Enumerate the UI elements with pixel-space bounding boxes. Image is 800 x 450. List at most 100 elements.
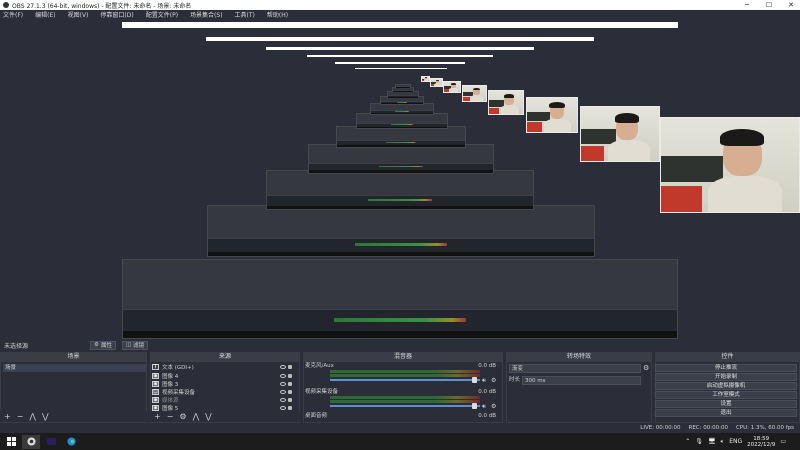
- source-item[interactable]: ▣ 媒体源: [152, 396, 292, 404]
- speaker-icon[interactable]: 🔊︎: [482, 377, 486, 385]
- maximize-button[interactable]: ☐: [760, 0, 778, 10]
- source-item[interactable]: ▤ 视频采集设备: [152, 388, 292, 396]
- language-indicator[interactable]: ENG: [729, 438, 742, 445]
- webcam-feed-frame: [660, 117, 800, 213]
- move-up-icon[interactable]: ⋀: [193, 412, 200, 421]
- chevron-up-icon[interactable]: ⌃: [685, 438, 690, 445]
- source-item[interactable]: ▣ 图像 3: [152, 380, 292, 388]
- source-name: 文本 (GDI+): [162, 365, 194, 371]
- lock-icon[interactable]: [288, 374, 292, 378]
- gear-icon[interactable]: ⚙: [643, 364, 649, 372]
- lock-icon[interactable]: [288, 390, 292, 394]
- stop-streaming-button[interactable]: 停止推流: [655, 364, 797, 372]
- scene-item[interactable]: 场景: [3, 364, 146, 372]
- lock-icon[interactable]: [288, 382, 292, 386]
- menu-file[interactable]: 文件(F): [3, 10, 23, 19]
- add-scene-button[interactable]: +: [4, 412, 11, 421]
- source-properties-gear-icon[interactable]: ⚙: [179, 412, 186, 421]
- lock-icon[interactable]: [288, 365, 292, 369]
- window-titlebar: OBS 27.1.3 (64-bit, windows) - 配置文件: 未命名…: [0, 0, 800, 10]
- visibility-eye-icon[interactable]: [280, 390, 286, 394]
- move-down-icon[interactable]: ⋁: [42, 412, 49, 421]
- volume-slider-handle[interactable]: [472, 403, 477, 409]
- visibility-eye-icon[interactable]: [280, 398, 286, 402]
- channel-name: 视频采集设备: [305, 389, 339, 395]
- app-taskbar-icon[interactable]: [42, 435, 60, 449]
- menu-edit[interactable]: 编辑(E): [35, 10, 55, 19]
- source-item[interactable]: ▣ 图像 4: [152, 372, 292, 380]
- mixer-channel: 麦克风/Aux 0.0 dB 🔊︎ ⚙: [305, 363, 500, 384]
- system-tray: ⌃ 🎙︎ 🖥︎ 🔈︎ ENG 18:59 2022/12/9 ▭: [685, 433, 786, 450]
- lock-icon[interactable]: [288, 398, 292, 402]
- volume-meter: [330, 396, 480, 399]
- channel-name: 麦克风/Aux: [305, 363, 334, 369]
- clock[interactable]: 18:59 2022/12/9: [747, 436, 775, 448]
- visibility-eye-icon[interactable]: [280, 382, 286, 386]
- nested-obs-frame: [395, 84, 411, 88]
- volume-slider-handle[interactable]: [472, 377, 477, 383]
- settings-button[interactable]: 设置: [655, 400, 797, 408]
- source-name: 视频采集设备: [162, 390, 196, 396]
- transitions-dock-title: 转场特效: [506, 352, 652, 361]
- webcam-feed-frame: [580, 106, 660, 162]
- volume-icon[interactable]: 🔈︎: [721, 438, 725, 446]
- menubar: 文件(F) 编辑(E) 视图(V) 停靠窗口(D) 配置文件(P) 场景集合(S…: [0, 10, 800, 19]
- nested-titlebar-strip: [266, 47, 534, 50]
- lock-icon[interactable]: [288, 406, 292, 410]
- minimize-button[interactable]: ─: [738, 0, 756, 10]
- move-up-icon[interactable]: ⋀: [29, 412, 36, 421]
- windows-start-icon[interactable]: [2, 435, 20, 449]
- menu-profile[interactable]: 配置文件(P): [146, 10, 178, 19]
- remove-scene-button[interactable]: −: [17, 412, 24, 421]
- studio-mode-button[interactable]: 工作室模式: [655, 391, 797, 399]
- channel-db: 0.0 dB: [478, 363, 496, 369]
- speaker-icon[interactable]: 🔊︎: [482, 403, 486, 411]
- menu-view[interactable]: 视图(V): [68, 10, 89, 19]
- media-icon: ▣: [152, 397, 159, 403]
- source-item[interactable]: T 文本 (GDI+): [152, 363, 292, 371]
- source-name: 媒体源: [162, 398, 179, 404]
- visibility-eye-icon[interactable]: [280, 406, 286, 410]
- webcam-feed-frame: [443, 81, 461, 93]
- network-icon[interactable]: 🖥︎: [708, 438, 716, 445]
- menu-help[interactable]: 帮助(H): [267, 10, 288, 19]
- volume-slider[interactable]: [330, 379, 480, 381]
- menu-scene-collection[interactable]: 场景集合(S): [190, 10, 223, 19]
- start-recording-button[interactable]: 开始录制: [655, 373, 797, 381]
- visibility-eye-icon[interactable]: [280, 374, 286, 378]
- preview-canvas[interactable]: [0, 19, 800, 339]
- move-down-icon[interactable]: ⋁: [205, 412, 212, 421]
- image-icon: ▣: [152, 373, 159, 379]
- transition-type-select[interactable]: 渐变: [509, 364, 641, 373]
- windows-taskbar: ⌃ 🎙︎ 🖥︎ 🔈︎ ENG 18:59 2022/12/9 ▭: [0, 433, 800, 450]
- notification-icon[interactable]: ▭: [780, 438, 786, 445]
- source-name: 图像 3: [162, 382, 179, 388]
- edge-browser-icon[interactable]: [62, 435, 80, 449]
- properties-button[interactable]: ⚙ 属性: [90, 340, 116, 350]
- exit-button[interactable]: 退出: [655, 409, 797, 417]
- source-toolbar: 未选择源 ⚙ 属性 ◫ 滤镜: [0, 339, 800, 351]
- obs-taskbar-icon[interactable]: [22, 434, 40, 449]
- filters-button[interactable]: ◫ 滤镜: [121, 340, 149, 350]
- clock-date: 2022/12/9: [747, 441, 776, 448]
- close-button[interactable]: ✕: [782, 0, 800, 10]
- menu-tools[interactable]: 工具(T): [235, 10, 255, 19]
- status-bar: LIVE: 00:00:00 REC: 00:00:00 CPU: 1.3%, …: [0, 423, 800, 433]
- scenes-footer: + − ⋀ ⋁: [0, 411, 147, 422]
- visibility-eye-icon[interactable]: [280, 365, 286, 369]
- duration-input[interactable]: 300 ms: [522, 376, 641, 385]
- microphone-icon[interactable]: 🎙︎: [695, 438, 703, 445]
- source-name: 图像 4: [162, 374, 179, 380]
- menu-docks[interactable]: 停靠窗口(D): [100, 10, 133, 19]
- start-virtual-camera-button[interactable]: 启动虚拟摄像机: [655, 382, 797, 390]
- cpu-status: CPU: 1.3%, 60.00 fps: [735, 425, 794, 431]
- remove-source-button[interactable]: −: [167, 412, 174, 421]
- volume-slider[interactable]: [330, 405, 480, 407]
- selected-source-label: 未选择源: [4, 342, 29, 350]
- add-source-button[interactable]: +: [154, 412, 161, 421]
- gear-icon[interactable]: ⚙: [491, 377, 496, 384]
- nested-titlebar-strip: [206, 37, 594, 41]
- gear-icon[interactable]: ⚙: [491, 403, 496, 410]
- properties-label: 属性: [100, 343, 112, 349]
- channel-db: 0.0 dB: [478, 413, 496, 419]
